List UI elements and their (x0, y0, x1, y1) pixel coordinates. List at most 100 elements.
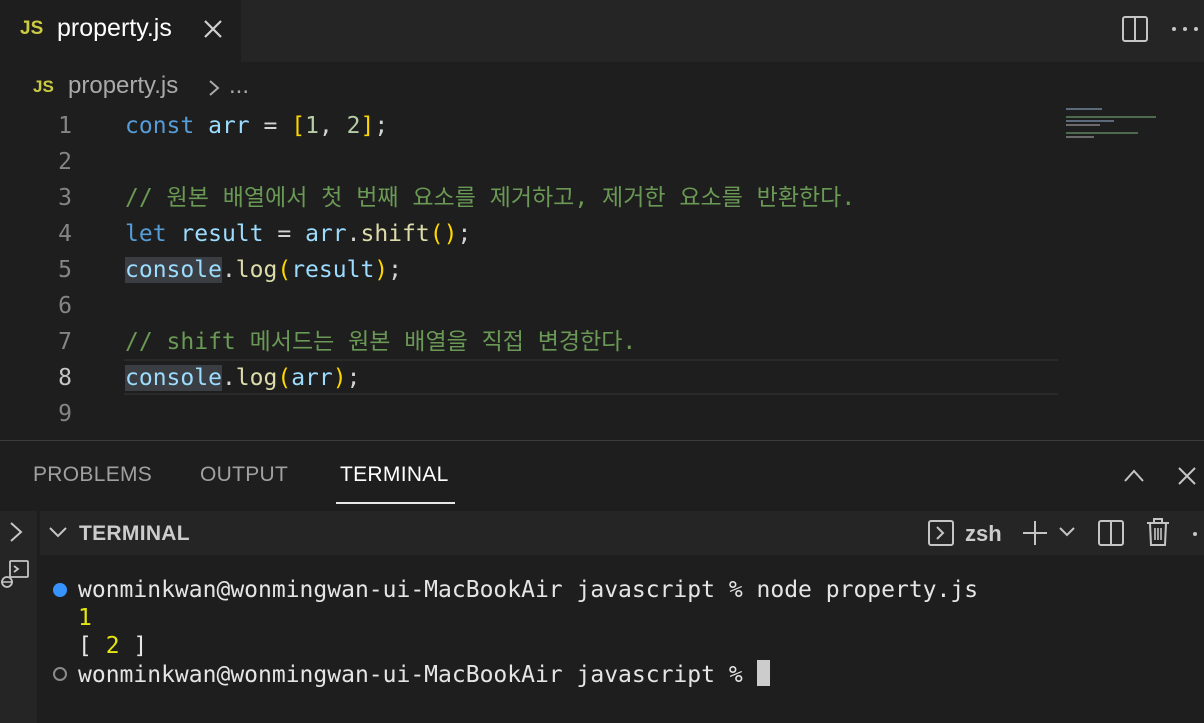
chevron-down-icon[interactable] (48, 525, 68, 539)
token-variable: result (291, 257, 375, 283)
shell-name[interactable]: zsh (965, 521, 1002, 547)
token-dot: . (346, 221, 361, 247)
output-number: 2 (105, 633, 120, 659)
code-line: 7 // shift 메서드는 원본 배열을 직접 변경한다. (0, 324, 1060, 360)
chevron-right-icon (209, 80, 220, 96)
code-line: 1 const arr = [1, 2]; (0, 108, 1060, 144)
line-number: 8 (58, 365, 72, 391)
line-number: 3 (58, 185, 72, 211)
token-number: 2 (346, 113, 361, 139)
tab-title: property.js (57, 14, 172, 42)
terminal-command: node property.js (756, 577, 979, 603)
token-bracket: ( (277, 365, 292, 391)
terminal-cursor (756, 660, 770, 686)
line-number: 2 (58, 149, 72, 175)
token-function: log (235, 365, 278, 391)
breadcrumb: JS property.js ... (0, 68, 1000, 108)
code-line: 2 (0, 144, 1060, 180)
token-bracket: ( (277, 257, 292, 283)
token-variable: arr (208, 113, 250, 139)
trash-icon[interactable] (1145, 517, 1171, 547)
token-number: 1 (305, 113, 319, 139)
line-number: 9 (58, 401, 72, 427)
code-line: 4 let result = arr.shift(); (0, 216, 1060, 252)
token-bracket: ) (374, 257, 389, 283)
token-keyword: const (125, 113, 195, 139)
output-bracket: ] (119, 633, 148, 659)
split-editor-icon[interactable] (1121, 15, 1149, 43)
output-bracket: [ (78, 633, 106, 659)
split-terminal-icon[interactable] (1097, 519, 1125, 547)
token-operator: = (263, 113, 278, 139)
token-semicolon: ; (457, 221, 472, 247)
debug-console-icon[interactable] (0, 558, 32, 592)
token-dot: . (221, 257, 236, 283)
more-actions-icon[interactable] (1170, 15, 1200, 43)
terminal-side-strip (0, 511, 37, 723)
line-number: 4 (58, 221, 72, 247)
terminal-line: wonminkwan@wonmingwan-ui-MacBookAir java… (78, 660, 770, 689)
terminal-prompt: wonminkwan@wonmingwan-ui-MacBookAir java… (78, 662, 757, 688)
command-success-dot[interactable] (53, 583, 67, 597)
code-line: 3 // 원본 배열에서 첫 번째 요소를 제거하고, 제거한 요소를 반환한다… (0, 180, 1060, 216)
code-editor[interactable]: 1 const arr = [1, 2]; 2 3 // 원본 배열에서 첫 번… (0, 108, 1204, 436)
token-variable: arr (305, 221, 347, 247)
close-icon[interactable] (1176, 465, 1198, 487)
code-line: 6 (0, 288, 1060, 324)
token-semicolon: ; (388, 257, 403, 283)
terminal-output-line: 1 (78, 605, 92, 631)
line-number: 5 (58, 257, 72, 283)
tab-output[interactable]: OUTPUT (200, 463, 288, 487)
token-keyword: let (125, 221, 167, 247)
editor-tab-bar: JS property.js (0, 0, 1204, 62)
js-file-icon: JS (33, 77, 54, 96)
chevron-right-icon[interactable] (6, 520, 26, 544)
token-dot: . (221, 365, 236, 391)
token-variable: result (180, 221, 264, 247)
token-bracket: ] (360, 113, 375, 139)
bottom-panel: PROBLEMS OUTPUT TERMINAL TERMINAL zsh wo… (0, 440, 1204, 723)
active-tab-indicator (336, 502, 455, 504)
terminal-shell-icon[interactable] (927, 519, 955, 547)
terminal-output-line: [ 2 ] (78, 632, 147, 660)
minimap[interactable] (1064, 108, 1174, 148)
chevron-up-icon[interactable] (1122, 467, 1146, 485)
token-variable: console (125, 365, 222, 391)
code-line: 5 console.log(result); (0, 252, 1060, 288)
line-number: 7 (58, 329, 72, 355)
code-line-active: 8 console.log(arr); (0, 360, 1060, 396)
terminal-prompt: wonminkwan@wonmingwan-ui-MacBookAir java… (78, 577, 757, 603)
code-comment: // 원본 배열에서 첫 번째 요소를 제거하고, 제거한 요소를 반환한다. (125, 185, 856, 211)
terminal-section-title: TERMINAL (79, 522, 190, 545)
code-line: 9 (0, 396, 1060, 432)
close-icon[interactable] (201, 16, 225, 42)
chevron-down-icon[interactable] (1058, 525, 1076, 539)
plus-icon[interactable] (1021, 519, 1049, 547)
token-function: log (235, 257, 278, 283)
token-comma: , (318, 113, 333, 139)
breadcrumb-symbols[interactable]: ... (229, 72, 249, 100)
token-variable: arr (291, 365, 333, 391)
token-bracket: ) (332, 365, 347, 391)
token-operator: = (277, 221, 292, 247)
token-variable: console (125, 257, 222, 283)
terminal-header: TERMINAL zsh (40, 511, 1204, 555)
tab-property-js[interactable]: JS property.js (0, 0, 241, 62)
line-number: 6 (58, 293, 72, 319)
token-bracket: ( (429, 221, 444, 247)
tab-terminal[interactable]: TERMINAL (340, 463, 449, 487)
breadcrumb-file[interactable]: property.js (68, 72, 178, 100)
more-actions-icon[interactable] (1192, 531, 1198, 537)
line-number: 1 (58, 113, 72, 139)
token-semicolon: ; (374, 113, 389, 139)
code-comment: // shift 메서드는 원본 배열을 직접 변경한다. (125, 329, 637, 355)
token-semicolon: ; (346, 365, 361, 391)
token-function: shift (360, 221, 430, 247)
js-file-icon: JS (20, 18, 44, 39)
tab-problems[interactable]: PROBLEMS (33, 463, 152, 487)
terminal-output[interactable]: wonminkwan@wonmingwan-ui-MacBookAir java… (40, 563, 1204, 723)
token-bracket: ) (443, 221, 458, 247)
command-pending-dot[interactable] (53, 667, 67, 681)
token-bracket: [ (291, 113, 306, 139)
terminal-line: wonminkwan@wonmingwan-ui-MacBookAir java… (78, 576, 978, 604)
